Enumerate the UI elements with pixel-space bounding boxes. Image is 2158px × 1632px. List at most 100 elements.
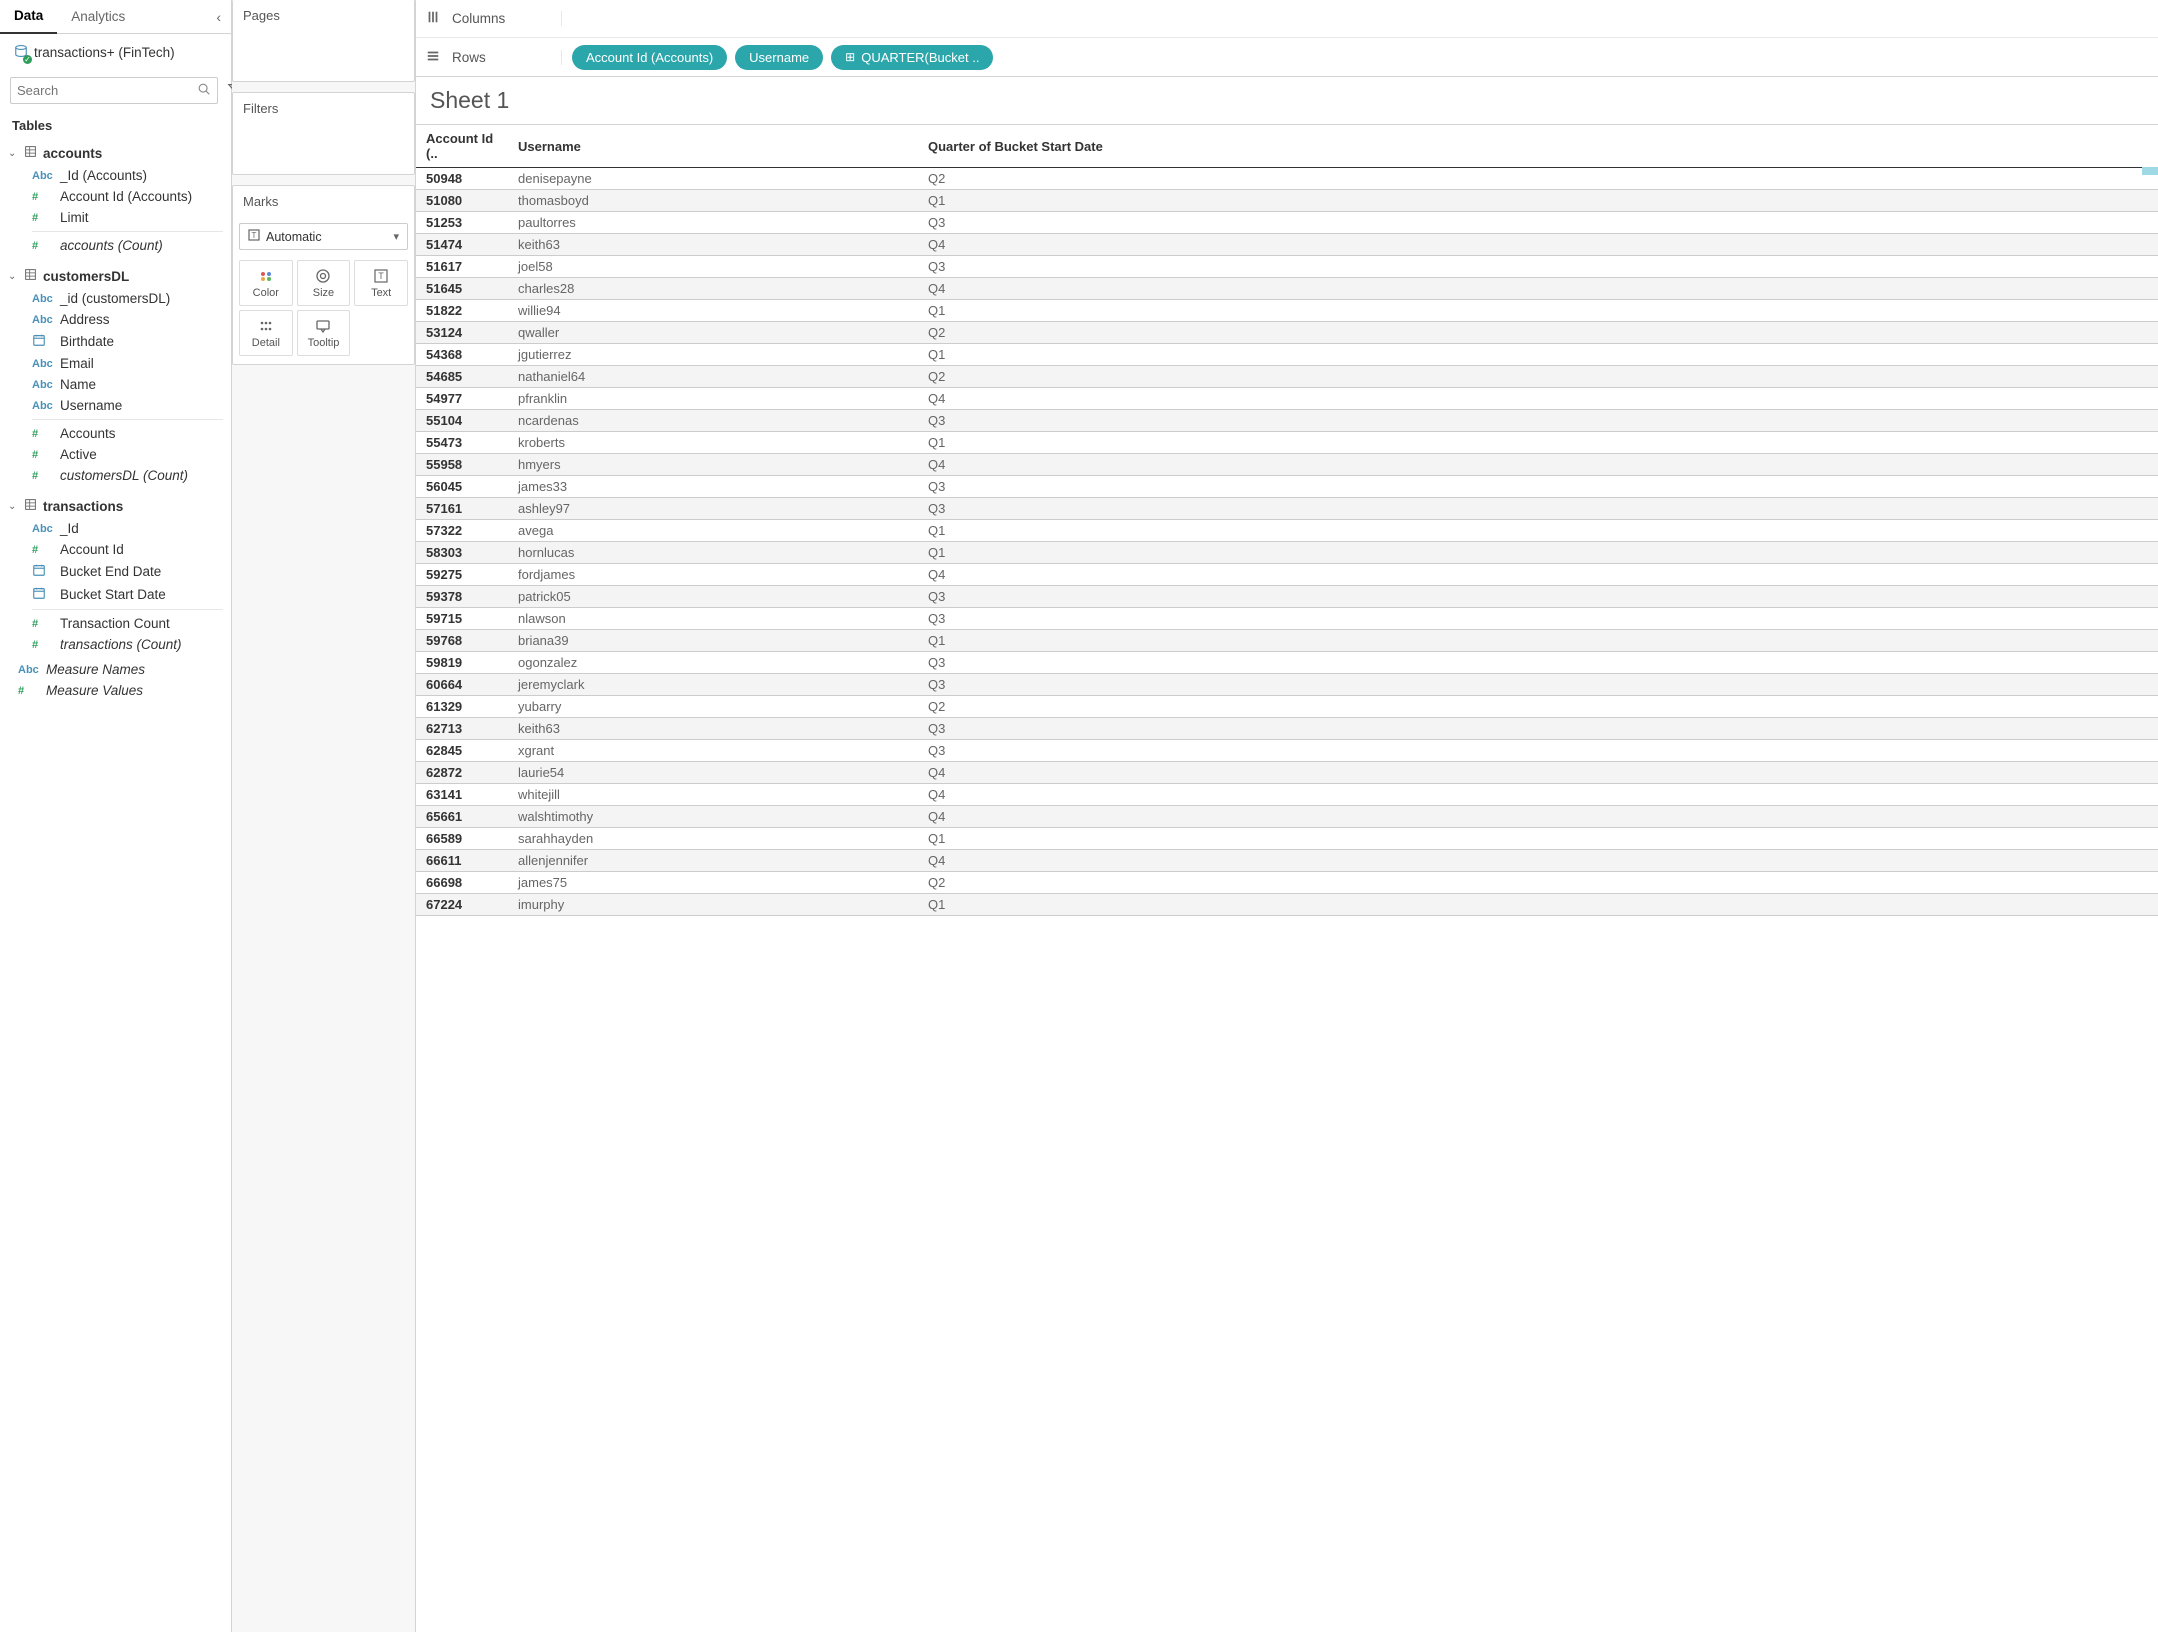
- table-row[interactable]: 55958 hmyers Q4: [416, 454, 2158, 476]
- field-item[interactable]: AbcAddress: [0, 309, 231, 330]
- table-row[interactable]: 50948 denisepayne Q2: [416, 168, 2158, 190]
- field-item[interactable]: #Accounts: [0, 423, 231, 444]
- table-row[interactable]: 55104 ncardenas Q3: [416, 410, 2158, 432]
- cell-quarter: Q3: [918, 674, 2158, 696]
- table-row[interactable]: 51645 charles28 Q4: [416, 278, 2158, 300]
- field-item[interactable]: #Active: [0, 444, 231, 465]
- table-row[interactable]: 62713 keith63 Q3: [416, 718, 2158, 740]
- field-item[interactable]: Abc_Id: [0, 518, 231, 539]
- cell-quarter: Q4: [918, 850, 2158, 872]
- sidebar-collapse-button[interactable]: ‹: [206, 9, 231, 25]
- number-type-icon: #: [18, 685, 38, 697]
- marks-text-button[interactable]: T Text: [354, 260, 408, 306]
- field-item[interactable]: #Transaction Count: [0, 613, 231, 634]
- marks-color-button[interactable]: Color: [239, 260, 293, 306]
- field-item[interactable]: #transactions (Count): [0, 634, 231, 655]
- table-row[interactable]: 57322 avega Q1: [416, 520, 2158, 542]
- sheet-title-bar[interactable]: Sheet 1: [416, 77, 2158, 125]
- table-row[interactable]: 58303 hornlucas Q1: [416, 542, 2158, 564]
- field-item[interactable]: #Account Id (Accounts): [0, 186, 231, 207]
- field-item[interactable]: #Measure Values: [0, 680, 231, 701]
- table-row[interactable]: 53124 qwaller Q2: [416, 322, 2158, 344]
- table-row[interactable]: 51474 keith63 Q4: [416, 234, 2158, 256]
- field-item[interactable]: #Limit: [0, 207, 231, 228]
- filters-shelf[interactable]: Filters: [232, 92, 415, 175]
- table-row[interactable]: 66611 allenjennifer Q4: [416, 850, 2158, 872]
- cell-username: jeremyclark: [508, 674, 918, 696]
- column-header-quarter[interactable]: Quarter of Bucket Start Date: [918, 125, 2158, 168]
- table-row[interactable]: 59819 ogonzalez Q3: [416, 652, 2158, 674]
- tab-data[interactable]: Data: [0, 0, 57, 34]
- pages-shelf[interactable]: Pages: [232, 0, 415, 82]
- table-row[interactable]: 67224 imurphy Q1: [416, 894, 2158, 916]
- tooltip-icon: [315, 317, 331, 335]
- table-header-accounts[interactable]: ⌄ accounts: [0, 141, 231, 165]
- number-type-icon: #: [32, 428, 52, 440]
- table-row[interactable]: 60664 jeremyclark Q3: [416, 674, 2158, 696]
- field-item[interactable]: #Account Id: [0, 539, 231, 560]
- table-row[interactable]: 51617 joel58 Q3: [416, 256, 2158, 278]
- table-header-transactions[interactable]: ⌄ transactions: [0, 494, 231, 518]
- table-row[interactable]: 62872 laurie54 Q4: [416, 762, 2158, 784]
- columns-shelf[interactable]: Columns: [416, 0, 2158, 38]
- row-pill[interactable]: ⊞QUARTER(Bucket ..: [831, 45, 993, 70]
- table-row[interactable]: 59768 briana39 Q1: [416, 630, 2158, 652]
- table-row[interactable]: 66589 sarahhayden Q1: [416, 828, 2158, 850]
- number-type-icon: #: [32, 618, 52, 630]
- field-item[interactable]: Bucket Start Date: [0, 583, 231, 606]
- field-item[interactable]: AbcName: [0, 374, 231, 395]
- cell-username: imurphy: [508, 894, 918, 916]
- column-header-user[interactable]: Username: [508, 125, 918, 168]
- field-item[interactable]: Abc_id (customersDL): [0, 288, 231, 309]
- pill-label: Username: [749, 50, 809, 65]
- field-item[interactable]: AbcUsername: [0, 395, 231, 416]
- table-row[interactable]: 51253 paultorres Q3: [416, 212, 2158, 234]
- rows-shelf[interactable]: Rows Account Id (Accounts)Username⊞QUART…: [416, 38, 2158, 76]
- data-grid-wrapper[interactable]: Account Id (..UsernameQuarter of Bucket …: [416, 125, 2158, 1632]
- table-row[interactable]: 66698 james75 Q2: [416, 872, 2158, 894]
- table-row[interactable]: 51080 thomasboyd Q1: [416, 190, 2158, 212]
- cell-username: whitejill: [508, 784, 918, 806]
- table-row[interactable]: 55473 kroberts Q1: [416, 432, 2158, 454]
- marks-type-dropdown[interactable]: T Automatic ▾: [239, 223, 408, 250]
- marks-detail-button[interactable]: Detail: [239, 310, 293, 356]
- row-pill[interactable]: Account Id (Accounts): [572, 45, 727, 70]
- table-name: transactions: [43, 499, 123, 514]
- table-row[interactable]: 56045 james33 Q3: [416, 476, 2158, 498]
- table-row[interactable]: 61329 yubarry Q2: [416, 696, 2158, 718]
- column-header-id[interactable]: Account Id (..: [416, 125, 508, 168]
- field-item[interactable]: Abc_Id (Accounts): [0, 165, 231, 186]
- marks-shelf: Marks T Automatic ▾ Color SizeT Text Det…: [232, 185, 415, 365]
- table-row[interactable]: 57161 ashley97 Q3: [416, 498, 2158, 520]
- field-item[interactable]: #accounts (Count): [0, 235, 231, 256]
- marks-grid: Color SizeT Text Detail Tooltip: [233, 256, 414, 364]
- cell-quarter: Q4: [918, 388, 2158, 410]
- datasource-row[interactable]: transactions+ (FinTech): [0, 34, 231, 71]
- table-row[interactable]: 51822 willie94 Q1: [416, 300, 2158, 322]
- table-row[interactable]: 54368 jgutierrez Q1: [416, 344, 2158, 366]
- table-row[interactable]: 54685 nathaniel64 Q2: [416, 366, 2158, 388]
- cell-quarter: Q4: [918, 278, 2158, 300]
- cell-account-id: 66589: [416, 828, 508, 850]
- search-box[interactable]: [10, 77, 218, 104]
- table-row[interactable]: 62845 xgrant Q3: [416, 740, 2158, 762]
- table-row[interactable]: 54977 pfranklin Q4: [416, 388, 2158, 410]
- table-header-customersDL[interactable]: ⌄ customersDL: [0, 264, 231, 288]
- field-item[interactable]: AbcMeasure Names: [0, 659, 231, 680]
- cell-quarter: Q4: [918, 234, 2158, 256]
- field-item[interactable]: #customersDL (Count): [0, 465, 231, 486]
- field-item[interactable]: Birthdate: [0, 330, 231, 353]
- search-input[interactable]: [17, 83, 193, 98]
- table-row[interactable]: 59715 nlawson Q3: [416, 608, 2158, 630]
- marks-tooltip-button[interactable]: Tooltip: [297, 310, 351, 356]
- svg-text:T: T: [378, 271, 384, 281]
- field-item[interactable]: AbcEmail: [0, 353, 231, 374]
- tab-analytics[interactable]: Analytics: [57, 0, 139, 34]
- table-row[interactable]: 63141 whitejill Q4: [416, 784, 2158, 806]
- table-row[interactable]: 59275 fordjames Q4: [416, 564, 2158, 586]
- row-pill[interactable]: Username: [735, 45, 823, 70]
- table-row[interactable]: 59378 patrick05 Q3: [416, 586, 2158, 608]
- marks-size-button[interactable]: Size: [297, 260, 351, 306]
- field-item[interactable]: Bucket End Date: [0, 560, 231, 583]
- table-row[interactable]: 65661 walshtimothy Q4: [416, 806, 2158, 828]
